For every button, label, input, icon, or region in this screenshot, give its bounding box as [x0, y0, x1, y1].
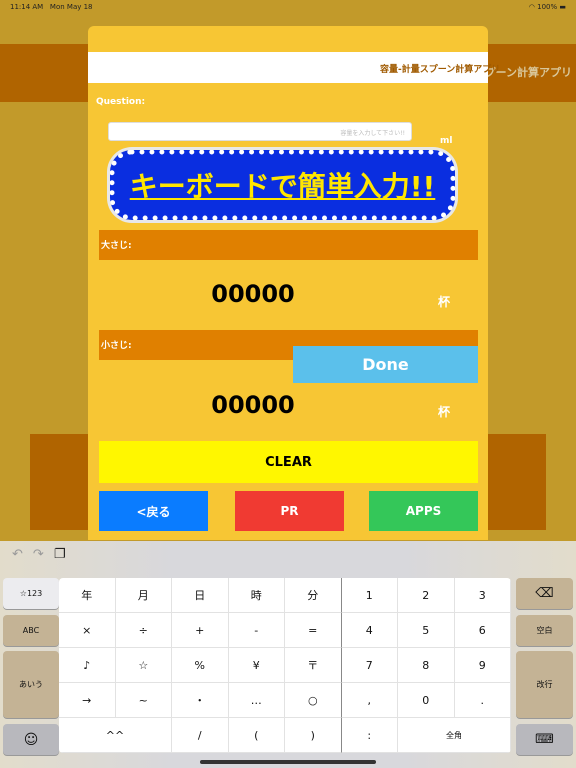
- tablespoon-value: 00000: [211, 280, 295, 308]
- redo-icon[interactable]: ↷: [33, 547, 44, 562]
- key[interactable]: =: [285, 613, 342, 648]
- key[interactable]: ♪: [59, 648, 116, 683]
- question-label: Question:: [96, 97, 146, 107]
- key-kana[interactable]: あいう: [3, 651, 59, 718]
- key[interactable]: %: [172, 648, 229, 683]
- date: Mon May 18: [49, 3, 93, 11]
- key[interactable]: 月: [115, 578, 172, 613]
- key[interactable]: .: [454, 683, 511, 718]
- key[interactable]: 全角: [398, 718, 511, 753]
- key[interactable]: 6: [454, 613, 511, 648]
- key[interactable]: ○: [285, 683, 342, 718]
- volume-input[interactable]: 容量を入力して下さい!!: [108, 122, 412, 141]
- key[interactable]: 7: [341, 648, 398, 683]
- home-indicator[interactable]: [200, 760, 376, 764]
- ml-unit: ml: [440, 136, 453, 146]
- key-grid: 年月日時分 1 2 3 × ÷ + - = 4 5 6 ♪ ☆% ¥ 〒 7 8 9 → ~ ・… ○, 0. ^^ /(): 全角: [59, 578, 511, 753]
- apps-button[interactable]: APPS: [369, 491, 478, 531]
- key[interactable]: 4: [341, 613, 398, 648]
- emoji-icon[interactable]: ☺: [3, 724, 59, 755]
- clear-button[interactable]: CLEAR: [99, 441, 478, 483]
- status-bar: 11:14 AM Mon May 18 ◠ 100% ▬: [0, 0, 576, 14]
- key[interactable]: ~: [115, 683, 172, 718]
- battery-level: 100%: [537, 3, 558, 11]
- key[interactable]: 分: [285, 578, 342, 613]
- key[interactable]: 3: [454, 578, 511, 613]
- key[interactable]: 8: [398, 648, 455, 683]
- pr-button[interactable]: PR: [235, 491, 344, 531]
- key[interactable]: 日: [172, 578, 229, 613]
- key[interactable]: …: [228, 683, 285, 718]
- key[interactable]: ¥: [228, 648, 285, 683]
- key[interactable]: 0: [398, 683, 455, 718]
- key[interactable]: +: [172, 613, 229, 648]
- keyboard-toolbar: ↶ ↷ ❐: [12, 547, 65, 562]
- key-return[interactable]: 改行: [516, 651, 573, 718]
- wifi-icon: ◠: [528, 3, 535, 11]
- undo-icon[interactable]: ↶: [12, 547, 23, 562]
- key[interactable]: ・: [172, 683, 229, 718]
- tablespoon-unit: 杯: [438, 295, 451, 309]
- battery-icon: ▬: [559, 3, 566, 11]
- key[interactable]: /: [172, 718, 229, 753]
- key[interactable]: 9: [454, 648, 511, 683]
- key[interactable]: :: [341, 718, 398, 753]
- key-abc[interactable]: ABC: [3, 615, 59, 646]
- dismiss-keyboard-icon[interactable]: ⌨: [516, 724, 573, 755]
- key[interactable]: ☆: [115, 648, 172, 683]
- time: 11:14 AM: [10, 3, 44, 11]
- keyboard-banner: キーボードで簡単入力!!: [110, 150, 455, 220]
- key[interactable]: ): [285, 718, 342, 753]
- done-button[interactable]: Done: [293, 346, 478, 383]
- key[interactable]: ,: [341, 683, 398, 718]
- teaspoon-unit: 杯: [438, 405, 451, 419]
- key[interactable]: 1: [341, 578, 398, 613]
- key[interactable]: 5: [398, 613, 455, 648]
- key[interactable]: 時: [228, 578, 285, 613]
- key[interactable]: (: [228, 718, 285, 753]
- key[interactable]: 年: [59, 578, 116, 613]
- keyboard: ↶ ↷ ❐ ☆123 ABC あいう ☺ ⌫ 空白 改行 ⌨ 年月日時分 1 2 3 × ÷ +…: [0, 541, 576, 768]
- app-modal: 容量-計量スプーン計算アプリ Question: 容量を入力して下さい!! ml…: [88, 26, 500, 540]
- paste-icon[interactable]: ❐: [54, 547, 66, 562]
- key[interactable]: ÷: [115, 613, 172, 648]
- tablespoon-label: 大さじ:: [99, 230, 478, 260]
- app-title: 容量-計量スプーン計算アプリ: [380, 65, 501, 75]
- key[interactable]: 〒: [285, 648, 342, 683]
- key-space[interactable]: 空白: [516, 615, 573, 646]
- delete-icon[interactable]: ⌫: [516, 578, 573, 609]
- key[interactable]: -: [228, 613, 285, 648]
- key[interactable]: ×: [59, 613, 116, 648]
- teaspoon-value: 00000: [211, 391, 295, 419]
- key[interactable]: →: [59, 683, 116, 718]
- key[interactable]: ^^: [59, 718, 172, 753]
- key[interactable]: 2: [398, 578, 455, 613]
- back-button[interactable]: <戻る: [99, 491, 208, 531]
- key-symbols[interactable]: ☆123: [3, 578, 59, 609]
